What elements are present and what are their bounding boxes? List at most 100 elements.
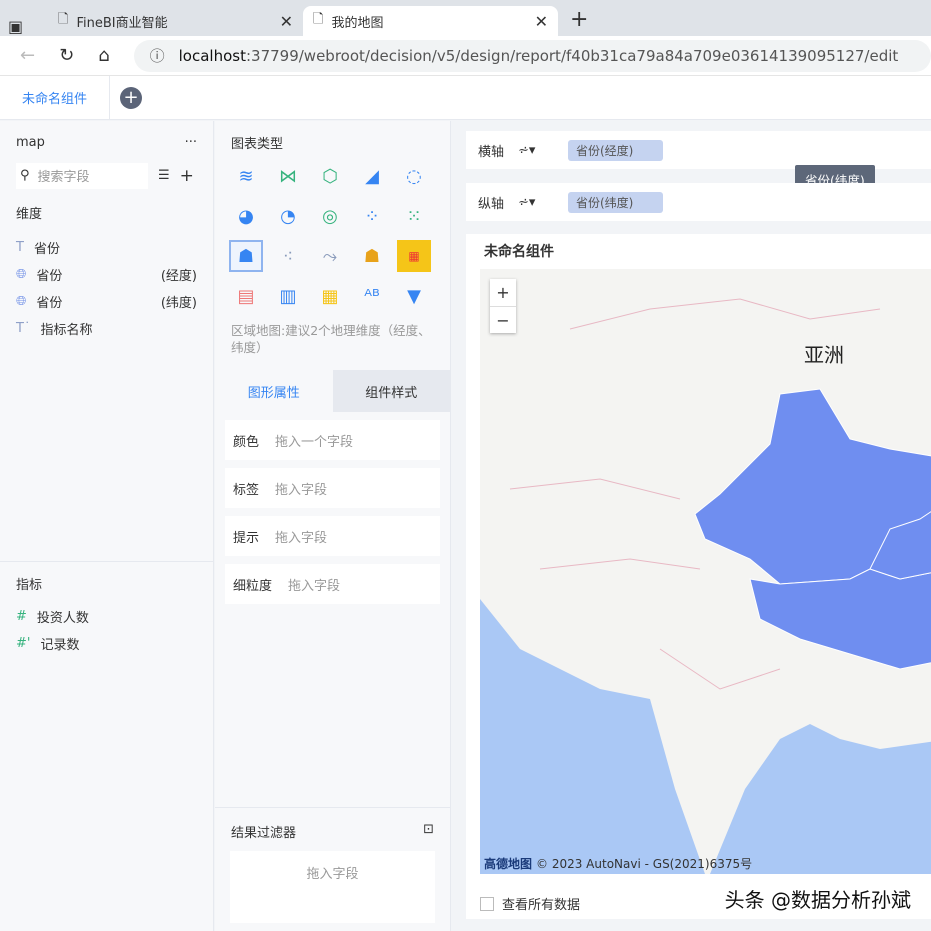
browser-tab[interactable]: 🗋FineBI商业智能✕	[48, 6, 303, 36]
url-host: localhost	[179, 47, 246, 65]
chart-type-grid: ≋ ⋈ ⬡ ◢ ◌ ◕ ◔ ◎ ⁘ ⁙ ☗ ⁖ ⤳ ☗ ▦ ▤ ▥ ▦ ᴬᴮ ▼	[215, 160, 450, 312]
chart-type-hint: 区域地图:建议2个地理维度（经度、纬度）	[215, 312, 450, 356]
back-icon[interactable]: ←	[20, 45, 35, 66]
heatmap-grid-icon[interactable]: ▦	[397, 240, 431, 272]
prop-label: 标签	[233, 479, 259, 498]
prop-label: 颜色	[233, 431, 259, 450]
tab-title: 我的地图	[331, 12, 383, 31]
browser-tabbar: ▣ 🗋FineBI商业智能✕ 🗋 我的地图 ✕ +	[0, 0, 931, 36]
measure-title: 指标	[16, 574, 42, 593]
scatter-chart-icon[interactable]: ⁘	[355, 200, 389, 232]
checkbox-icon	[480, 897, 494, 911]
filter-drop-zone[interactable]: 拖入字段	[230, 851, 435, 923]
map-svg	[480, 269, 931, 874]
filter-settings-icon[interactable]: ⊡	[423, 822, 434, 841]
chart-types-title: 图表类型	[215, 121, 450, 160]
field-item[interactable]: T省份	[16, 234, 197, 261]
line-chart-icon[interactable]: ⋈	[271, 160, 305, 192]
browser-tab-active[interactable]: 🗋 我的地图 ✕	[303, 6, 558, 36]
area-chart-icon[interactable]: ◢	[355, 160, 389, 192]
label-drop-zone[interactable]: 标签拖入字段	[225, 468, 440, 508]
url-input[interactable]: ⓘlocalhost:37799/webroot/decision/v5/des…	[134, 40, 931, 72]
field-name: 投资人数	[37, 607, 89, 626]
table-icon[interactable]: ▤	[229, 280, 263, 312]
funnel-chart-icon[interactable]: ▼	[397, 280, 431, 312]
flow-map-icon[interactable]: ⤳	[313, 240, 347, 272]
attribution-text: © 2023 AutoNavi - GS(2021)6375号	[536, 855, 752, 872]
field-item[interactable]: 🌐︎省份(经度)	[16, 261, 197, 288]
home-icon[interactable]: ⌂	[98, 45, 109, 66]
hash-icon: #	[16, 609, 27, 624]
pie-chart-icon[interactable]: ◕	[229, 200, 263, 232]
map-attribution: 高德地图© 2023 AutoNavi - GS(2021)6375号	[484, 855, 752, 872]
field-name: 省份	[36, 292, 62, 311]
x-axis-label: 横轴	[466, 141, 518, 160]
filter-title: 结果过滤器	[231, 822, 296, 841]
reload-icon[interactable]: ↻	[59, 45, 74, 66]
tooltip-drop-zone[interactable]: 提示拖入字段	[225, 516, 440, 556]
globe-icon: 🌐︎	[16, 267, 26, 282]
zoom-in-button[interactable]: +	[490, 279, 516, 306]
radar-chart-icon[interactable]: ⬡	[313, 160, 347, 192]
show-all-data-checkbox[interactable]: 查看所有数据	[480, 894, 580, 913]
field-item[interactable]: # 投资人数	[16, 603, 196, 630]
x-axis-field-chip[interactable]: 省份(经度)	[568, 140, 663, 161]
amap-logo: 高德地图	[484, 855, 532, 872]
sort-icon[interactable]: ☰	[158, 168, 170, 183]
bubble-chart-icon[interactable]: ⁙	[397, 200, 431, 232]
prop-label: 细粒度	[233, 575, 272, 594]
chart-config-panel: 图表类型 ≋ ⋈ ⬡ ◢ ◌ ◕ ◔ ◎ ⁘ ⁙ ☗ ⁖ ⤳ ☗ ▦ ▤ ▥ ▦…	[215, 121, 451, 931]
add-field-icon[interactable]: +	[180, 166, 194, 186]
search-icon: ⚲	[20, 168, 30, 183]
point-map-icon[interactable]: ⁖	[271, 240, 305, 272]
kpi-icon[interactable]: ▥	[271, 280, 305, 312]
x-axis-row: 横轴 ⩫▾ 省份(经度)	[466, 131, 931, 169]
component-tab[interactable]: 未命名组件	[0, 76, 110, 120]
page-icon: 🗋	[58, 10, 68, 32]
hash-icon: #'	[16, 636, 30, 651]
axis-type-icon[interactable]: ⩫▾	[518, 143, 568, 158]
close-icon[interactable]: ✕	[535, 12, 548, 31]
drop-placeholder: 拖入字段	[275, 479, 327, 498]
watermark: 头条 @数据分析孙斌	[725, 884, 911, 913]
close-icon[interactable]: ✕	[280, 12, 293, 31]
chart-component: 未命名组件 + − 亚洲 高德地图© 2023 AutoNavi - GS(20…	[466, 234, 931, 919]
field-item[interactable]: 🌐︎ 省份 (纬度)	[16, 288, 197, 315]
axis-type-icon[interactable]: ⩫▾	[518, 195, 568, 210]
multi-pie-chart-icon[interactable]: ◎	[313, 200, 347, 232]
rose-chart-icon[interactable]: ◔	[271, 200, 305, 232]
show-all-label: 查看所有数据	[502, 894, 580, 913]
field-suffix: (纬度)	[161, 292, 197, 311]
tab-shape-properties[interactable]: 图形属性	[215, 370, 333, 412]
zoom-out-button[interactable]: −	[490, 306, 516, 333]
heat-map-icon[interactable]: ☗	[355, 240, 389, 272]
chart-title: 未命名组件	[466, 234, 931, 268]
word-cloud-icon[interactable]: ᴬᴮ	[355, 280, 389, 312]
granularity-drop-zone[interactable]: 细粒度拖入字段	[225, 564, 440, 604]
map-canvas[interactable]: + − 亚洲 高德地图© 2023 AutoNavi - GS(2021)637…	[480, 269, 931, 874]
more-icon[interactable]: ···	[185, 135, 197, 150]
region-map-icon[interactable]: ☗	[229, 240, 263, 272]
tab-component-style[interactable]: 组件样式	[333, 370, 451, 412]
treemap-icon[interactable]: ▦	[313, 280, 347, 312]
globe-icon: 🌐︎	[16, 294, 26, 309]
gauge-chart-icon[interactable]: ◌	[397, 160, 431, 192]
text-type-icon: T	[16, 240, 24, 255]
region-tibet	[750, 569, 931, 669]
page-icon: 🗋	[313, 10, 323, 32]
drop-placeholder: 拖入一个字段	[275, 431, 353, 450]
field-suffix: (经度)	[161, 265, 197, 284]
dataset-name: map	[16, 135, 45, 150]
multi-line-chart-icon[interactable]: ≋	[229, 160, 263, 192]
color-drop-zone[interactable]: 颜色拖入一个字段	[225, 420, 440, 460]
field-item[interactable]: #'记录数	[16, 630, 196, 657]
search-input[interactable]: ⚲搜索字段	[16, 163, 148, 189]
sidebar-toggle-icon[interactable]: ▣	[8, 17, 48, 36]
field-item[interactable]: T˙指标名称	[16, 315, 197, 342]
zoom-controls: + −	[490, 279, 516, 333]
continent-label: 亚洲	[804, 339, 844, 368]
y-axis-field-chip[interactable]: 省份(纬度)	[568, 192, 663, 213]
new-tab-icon[interactable]: +	[558, 7, 600, 36]
divider[interactable]	[0, 561, 213, 562]
add-component-button[interactable]: +	[120, 87, 142, 109]
